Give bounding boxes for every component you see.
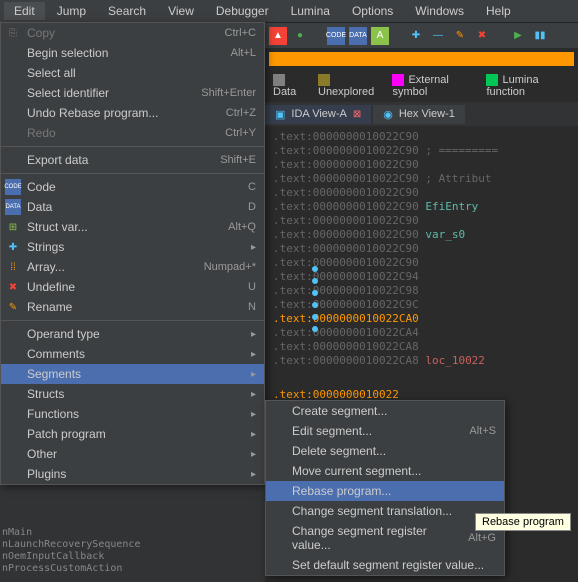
nav-overview-bar[interactable] — [269, 52, 574, 66]
legend: Data Unexplored External symbol Lumina f… — [265, 70, 578, 102]
menu-item-segments[interactable]: Segments▸ — [1, 364, 264, 384]
menu-item-select-all[interactable]: Select all — [1, 63, 264, 83]
menu-item-rename[interactable]: ✎ RenameN — [1, 297, 264, 317]
breakpoint-dots — [312, 260, 318, 338]
hex-icon: ◉ — [383, 108, 393, 121]
toolbar-code-icon[interactable]: CODE — [327, 27, 345, 45]
menu-item-operand-type[interactable]: Operand type▸ — [1, 324, 264, 344]
menu-item-create-segment[interactable]: Create segment... — [266, 401, 504, 421]
rename-icon: ✎ — [5, 299, 21, 315]
undefine-icon: ✖ — [5, 279, 21, 295]
menu-item-rebase-program[interactable]: Rebase program... — [266, 481, 504, 501]
menu-item-edit-segment[interactable]: Edit segment...Alt+S — [266, 421, 504, 441]
menu-item-export-data[interactable]: Export dataShift+E — [1, 150, 264, 170]
menu-item-code[interactable]: CODE CodeC — [1, 177, 264, 197]
toolbar-x-icon[interactable]: ✖ — [473, 27, 491, 45]
menu-item-data[interactable]: DATA DataD — [1, 197, 264, 217]
menu-view[interactable]: View — [158, 2, 204, 20]
toolbar-data-icon[interactable]: DATA — [349, 27, 367, 45]
copy-icon: ⎘ — [5, 25, 21, 41]
toolbar-plus-icon[interactable]: ✚ — [407, 27, 425, 45]
strings-icon: ✚ — [5, 239, 21, 255]
toolbar-warn-icon[interactable]: ▲ — [269, 27, 287, 45]
menu-debugger[interactable]: Debugger — [206, 2, 279, 20]
menu-item-struct-var[interactable]: ⊞ Struct var...Alt+Q — [1, 217, 264, 237]
toolbar-play-icon[interactable]: ▶ — [509, 27, 527, 45]
menu-item-plugins[interactable]: Plugins▸ — [1, 464, 264, 484]
menu-item-other[interactable]: Other▸ — [1, 444, 264, 464]
menubar: Edit Jump Search View Debugger Lumina Op… — [0, 0, 578, 22]
menu-item-move-segment[interactable]: Move current segment... — [266, 461, 504, 481]
menu-item-copy[interactable]: ⎘ CopyCtrl+C — [1, 23, 264, 43]
menu-item-redo[interactable]: RedoCtrl+Y — [1, 123, 264, 143]
legend-unexplored: Unexplored — [318, 86, 374, 98]
toolbar-green-dot-icon[interactable]: ● — [291, 27, 309, 45]
toolbar-edit-icon[interactable]: ✎ — [451, 27, 469, 45]
tab-ida-view-label: IDA View-A — [291, 108, 346, 120]
menu-item-patch-program[interactable]: Patch program▸ — [1, 424, 264, 444]
edit-dropdown: ⎘ CopyCtrl+C Begin selectionAlt+L Select… — [0, 22, 265, 485]
tab-close-icon[interactable]: ⊠ — [353, 109, 361, 120]
menu-windows[interactable]: Windows — [405, 2, 474, 20]
code-icon: CODE — [5, 179, 21, 195]
menu-item-undo-rebase[interactable]: Undo Rebase program...Ctrl+Z — [1, 103, 264, 123]
tab-bar: ▣ IDA View-A ⊠ ◉ Hex View-1 — [265, 102, 578, 126]
menu-item-delete-segment[interactable]: Delete segment... — [266, 441, 504, 461]
menu-item-undefine[interactable]: ✖ UndefineU — [1, 277, 264, 297]
menu-item-select-identifier[interactable]: Select identifierShift+Enter — [1, 83, 264, 103]
toolbar-minus-icon[interactable]: — — [429, 27, 447, 45]
menu-edit[interactable]: Edit — [4, 2, 45, 20]
struct-icon: ⊞ — [5, 219, 21, 235]
toolbar-bars-icon[interactable]: ▮▮ — [531, 27, 549, 45]
menu-item-comments[interactable]: Comments▸ — [1, 344, 264, 364]
toolbar-a-icon[interactable]: A — [371, 27, 389, 45]
menu-lumina[interactable]: Lumina — [281, 2, 340, 20]
menu-item-functions[interactable]: Functions▸ — [1, 404, 264, 424]
menu-jump[interactable]: Jump — [47, 2, 96, 20]
tab-ida-view[interactable]: ▣ IDA View-A ⊠ — [265, 105, 371, 124]
menu-item-begin-selection[interactable]: Begin selectionAlt+L — [1, 43, 264, 63]
tooltip: Rebase program — [475, 513, 571, 531]
background-function-list: nMain nLaunchRecoverySequence nOemInputC… — [0, 525, 142, 577]
menu-item-structs[interactable]: Structs▸ — [1, 384, 264, 404]
menu-item-strings[interactable]: ✚ Strings▸ — [1, 237, 264, 257]
menu-item-set-default-segment-register[interactable]: Set default segment register value... — [266, 555, 504, 575]
toolbar: ▲ ● CODE DATA A ✚ — ✎ ✖ ▶ ▮▮ — [265, 22, 578, 48]
menu-help[interactable]: Help — [476, 2, 521, 20]
legend-data: Data — [273, 86, 296, 98]
tab-hex-view[interactable]: ◉ Hex View-1 — [373, 105, 465, 124]
tab-hex-view-label: Hex View-1 — [399, 108, 455, 120]
menu-item-change-segment-register[interactable]: Change segment register value...Alt+G — [266, 521, 504, 555]
array-icon: ⁞⁞ — [5, 259, 21, 275]
menu-item-array[interactable]: ⁞⁞ Array...Numpad+* — [1, 257, 264, 277]
menu-options[interactable]: Options — [342, 2, 403, 20]
menu-item-change-segment-translation[interactable]: Change segment translation... — [266, 501, 504, 521]
segments-submenu: Create segment... Edit segment...Alt+S D… — [265, 400, 505, 576]
ida-icon: ▣ — [275, 108, 285, 121]
menu-search[interactable]: Search — [98, 2, 156, 20]
data-icon: DATA — [5, 199, 21, 215]
